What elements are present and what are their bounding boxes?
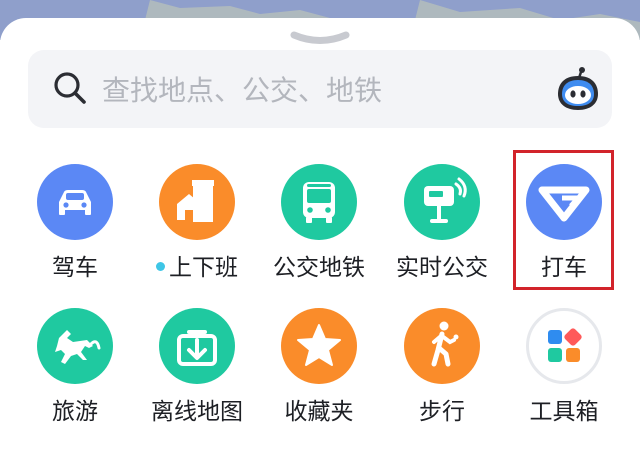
- tile-label: 旅游: [52, 399, 98, 425]
- tile-realtime-bus[interactable]: 实时公交: [382, 158, 502, 288]
- realtime-bus-stop-icon: [404, 164, 480, 240]
- tile-label: 公交地铁: [273, 255, 365, 281]
- tile-label: 收藏夹: [284, 399, 354, 425]
- voice-assistant-icon[interactable]: [554, 64, 602, 112]
- tile-label: 上下班: [127, 248, 267, 282]
- search-input[interactable]: [100, 64, 534, 116]
- search-bar[interactable]: [28, 50, 612, 128]
- tile-label: 驾车: [52, 255, 98, 281]
- collapse-handle-icon[interactable]: [288, 30, 352, 48]
- tile-label: 离线地图: [151, 399, 243, 425]
- tile-toolbox[interactable]: 工具箱: [504, 302, 624, 432]
- tile-favorites[interactable]: 收藏夹: [259, 302, 379, 432]
- tile-travel[interactable]: 旅游: [15, 302, 135, 432]
- tile-label-text: 上下班: [169, 255, 238, 281]
- commute-house-icon: [159, 164, 235, 240]
- taxi-highlight-box: [513, 150, 614, 290]
- horse-icon: [37, 308, 113, 384]
- car-icon: [37, 164, 113, 240]
- tile-drive[interactable]: 驾车: [15, 158, 135, 288]
- search-icon: [54, 72, 86, 104]
- bus-icon: [281, 164, 357, 240]
- tile-label: 工具箱: [529, 399, 599, 425]
- star-icon: [281, 308, 357, 384]
- new-indicator-dot: [156, 262, 165, 271]
- walking-person-icon: [404, 308, 480, 384]
- tile-label: 实时公交: [396, 255, 488, 281]
- tile-walk[interactable]: 步行: [382, 302, 502, 432]
- tile-label: 步行: [419, 399, 465, 425]
- tile-offline-map[interactable]: 离线地图: [137, 302, 257, 432]
- tile-commute[interactable]: 上下班: [137, 158, 257, 288]
- tile-transit[interactable]: 公交地铁: [259, 158, 379, 288]
- toolbox-grid-icon: [526, 308, 602, 384]
- download-icon: [159, 308, 235, 384]
